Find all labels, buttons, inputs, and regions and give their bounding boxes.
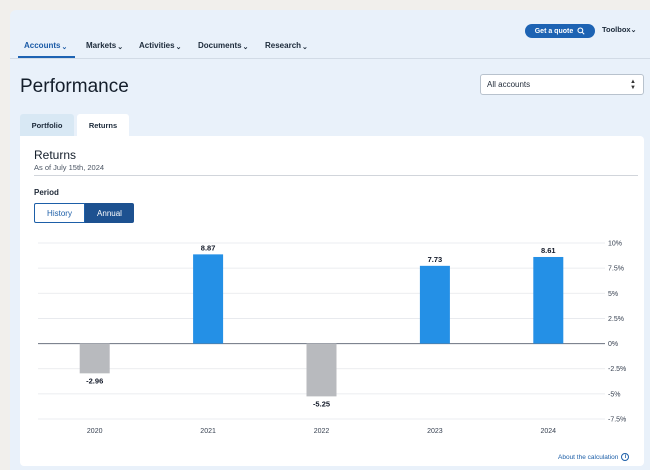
x-tick-label: 2020	[87, 428, 103, 435]
bar	[419, 265, 450, 344]
y-tick-label: 10%	[608, 241, 622, 248]
about-calculation-link[interactable]: About the calculation i	[558, 453, 630, 461]
y-tick-label: -2.5%	[608, 366, 626, 373]
bar	[193, 254, 224, 344]
x-tick-label: 2021	[200, 428, 216, 435]
data-label: -5.25	[313, 399, 330, 408]
y-tick-label: 0%	[608, 341, 618, 348]
bar	[79, 343, 110, 374]
x-tick-label: 2024	[541, 428, 557, 435]
returns-bar-chart: 10% 7.5% 5% 2.5% 0% -2.5% -5% -7.5% -2.96 2020 8.8…	[38, 241, 626, 435]
app-window: Accounts⌄ Markets⌄ Activities⌄ Documents…	[10, 10, 650, 470]
info-icon: i	[621, 453, 630, 461]
x-tick-label: 2023	[427, 428, 443, 435]
y-tick-label: -5%	[608, 391, 620, 398]
x-tick-label: 2022	[314, 428, 330, 435]
y-tick-label: -7.5%	[608, 417, 626, 424]
data-label: 7.73	[428, 255, 443, 264]
bar	[306, 343, 337, 397]
bar	[533, 256, 564, 344]
about-calculation-label: About the calculation	[558, 453, 619, 461]
y-tick-label: 2.5%	[608, 316, 624, 323]
y-tick-label: 5%	[608, 291, 618, 298]
y-tick-label: 7.5%	[608, 266, 624, 273]
data-label: -2.96	[86, 376, 103, 385]
data-label: 8.61	[541, 246, 556, 255]
data-label: 8.87	[201, 243, 216, 252]
